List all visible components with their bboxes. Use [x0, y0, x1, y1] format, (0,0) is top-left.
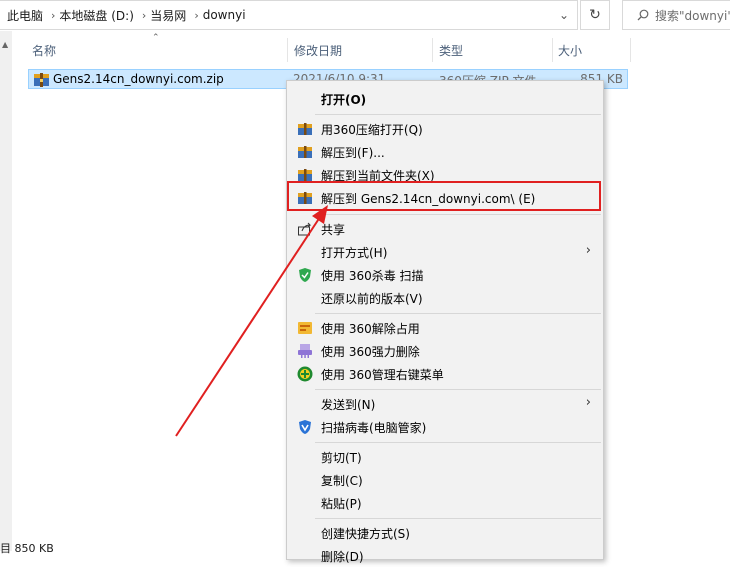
column-divider[interactable]: [287, 38, 288, 62]
share-icon: [298, 222, 312, 236]
menu-separator: [315, 442, 601, 443]
unlock-file-icon: [298, 322, 312, 334]
menu-item-cut[interactable]: 剪切(T): [287, 445, 603, 468]
context-menu: 打开(O) 用360压缩打开(Q) 解压到(F)... 解压到当前文件夹(X) …: [286, 80, 604, 564]
menu-separator: [315, 518, 601, 519]
menu-item-label: 使用 360强力删除: [321, 345, 420, 359]
menu-item-label: 解压到(F)...: [321, 146, 385, 160]
column-size-label: 大小: [558, 43, 583, 58]
menu-item-label: 使用 360管理右键菜单: [321, 368, 444, 382]
address-bar[interactable]: 此电脑 › 本地磁盘 (D:) › 当易网 › downyi ⌄: [0, 0, 578, 30]
refresh-button[interactable]: ↻: [580, 0, 610, 30]
search-icon: [637, 9, 649, 21]
menu-item-label: 粘贴(P): [321, 497, 362, 511]
menu-separator: [315, 389, 601, 390]
menu-item-manage-menu[interactable]: 使用 360管理右键菜单: [287, 362, 603, 385]
column-divider[interactable]: [552, 38, 553, 62]
menu-separator: [315, 313, 601, 314]
archive-icon: [298, 146, 312, 158]
address-toolbar: 此电脑 › 本地磁盘 (D:) › 当易网 › downyi ⌄ ↻ 搜索"do…: [0, 0, 730, 31]
scroll-up-icon[interactable]: ▲: [2, 40, 8, 49]
zip-archive-icon: [34, 73, 49, 87]
menu-item-open-360zip[interactable]: 用360压缩打开(Q): [287, 117, 603, 140]
menu-item-unlock-360[interactable]: 使用 360解除占用: [287, 316, 603, 339]
chevron-right-icon: ›: [585, 395, 591, 410]
status-bar-text: 目 850 KB: [0, 542, 54, 555]
menu-item-open[interactable]: 打开(O): [287, 87, 603, 110]
search-placeholder: 搜索"downyi": [655, 8, 730, 23]
menu-item-label: 还原以前的版本(V): [321, 292, 423, 306]
column-divider[interactable]: [630, 38, 631, 62]
menu-item-label: 用360压缩打开(Q): [321, 123, 423, 137]
column-header-size[interactable]: 大小: [558, 38, 582, 62]
menu-item-force-delete[interactable]: 使用 360强力删除: [287, 339, 603, 362]
shredder-icon: [298, 344, 312, 358]
menu-item-label: 共享: [321, 223, 346, 237]
menu-item-extract-to[interactable]: 解压到(F)...: [287, 140, 603, 163]
column-name-label: 名称: [32, 43, 57, 58]
menu-separator: [315, 114, 601, 115]
plus-circle-icon: [297, 366, 313, 382]
menu-item-scan-virus[interactable]: 扫描病毒(电脑管家): [287, 415, 603, 438]
column-divider[interactable]: [432, 38, 433, 62]
chevron-right-icon[interactable]: ›: [186, 9, 200, 22]
nav-pane-scrollbar[interactable]: [0, 31, 12, 551]
menu-item-paste[interactable]: 粘贴(P): [287, 491, 603, 514]
menu-item-label: 扫描病毒(电脑管家): [321, 421, 427, 435]
menu-item-create-shortcut[interactable]: 创建快捷方式(S): [287, 521, 603, 544]
breadcrumb-drive[interactable]: 本地磁盘 (D:): [57, 7, 133, 24]
column-date-label: 修改日期: [294, 43, 343, 58]
guard-shield-icon: [299, 420, 311, 434]
column-header-type[interactable]: 类型: [439, 38, 463, 62]
menu-item-label: 创建快捷方式(S): [321, 527, 410, 541]
breadcrumb-current[interactable]: downyi: [201, 8, 246, 22]
menu-item-scan-360[interactable]: 使用 360杀毒 扫描: [287, 263, 603, 286]
column-header-name[interactable]: 名称: [32, 38, 56, 62]
highlight-box: [287, 181, 601, 211]
archive-icon: [298, 123, 312, 135]
chevron-right-icon: ›: [585, 243, 591, 258]
menu-item-label: 使用 360杀毒 扫描: [321, 269, 424, 283]
breadcrumb-folder[interactable]: 当易网: [148, 7, 186, 24]
menu-item-label: 复制(C): [321, 474, 363, 488]
file-name: Gens2.14cn_downyi.com.zip: [53, 72, 224, 86]
menu-item-label: 发送到(N): [321, 398, 376, 412]
shield-icon: [299, 268, 311, 282]
chevron-right-icon[interactable]: ›: [134, 9, 148, 22]
menu-item-delete[interactable]: 删除(D): [287, 544, 603, 567]
menu-item-label: 剪切(T): [321, 451, 362, 465]
menu-item-open-with[interactable]: 打开方式(H) ›: [287, 240, 603, 263]
breadcrumb-this-pc[interactable]: 此电脑: [0, 7, 43, 24]
chevron-down-icon[interactable]: ⌄: [551, 1, 577, 29]
column-header-date[interactable]: 修改日期: [294, 38, 342, 62]
column-type-label: 类型: [439, 43, 464, 58]
menu-item-label: 使用 360解除占用: [321, 322, 420, 336]
menu-item-copy[interactable]: 复制(C): [287, 468, 603, 491]
sort-ascending-icon: ⌃: [152, 33, 160, 43]
menu-item-restore[interactable]: 还原以前的版本(V): [287, 286, 603, 309]
menu-item-label: 打开(O): [321, 93, 367, 107]
refresh-icon: ↻: [589, 7, 601, 23]
menu-item-send-to[interactable]: 发送到(N) ›: [287, 392, 603, 415]
menu-item-label: 打开方式(H): [321, 246, 388, 260]
menu-item-share[interactable]: 共享: [287, 217, 603, 240]
chevron-right-icon[interactable]: ›: [43, 9, 57, 22]
menu-separator: [315, 214, 601, 215]
search-input[interactable]: 搜索"downyi": [622, 0, 730, 30]
